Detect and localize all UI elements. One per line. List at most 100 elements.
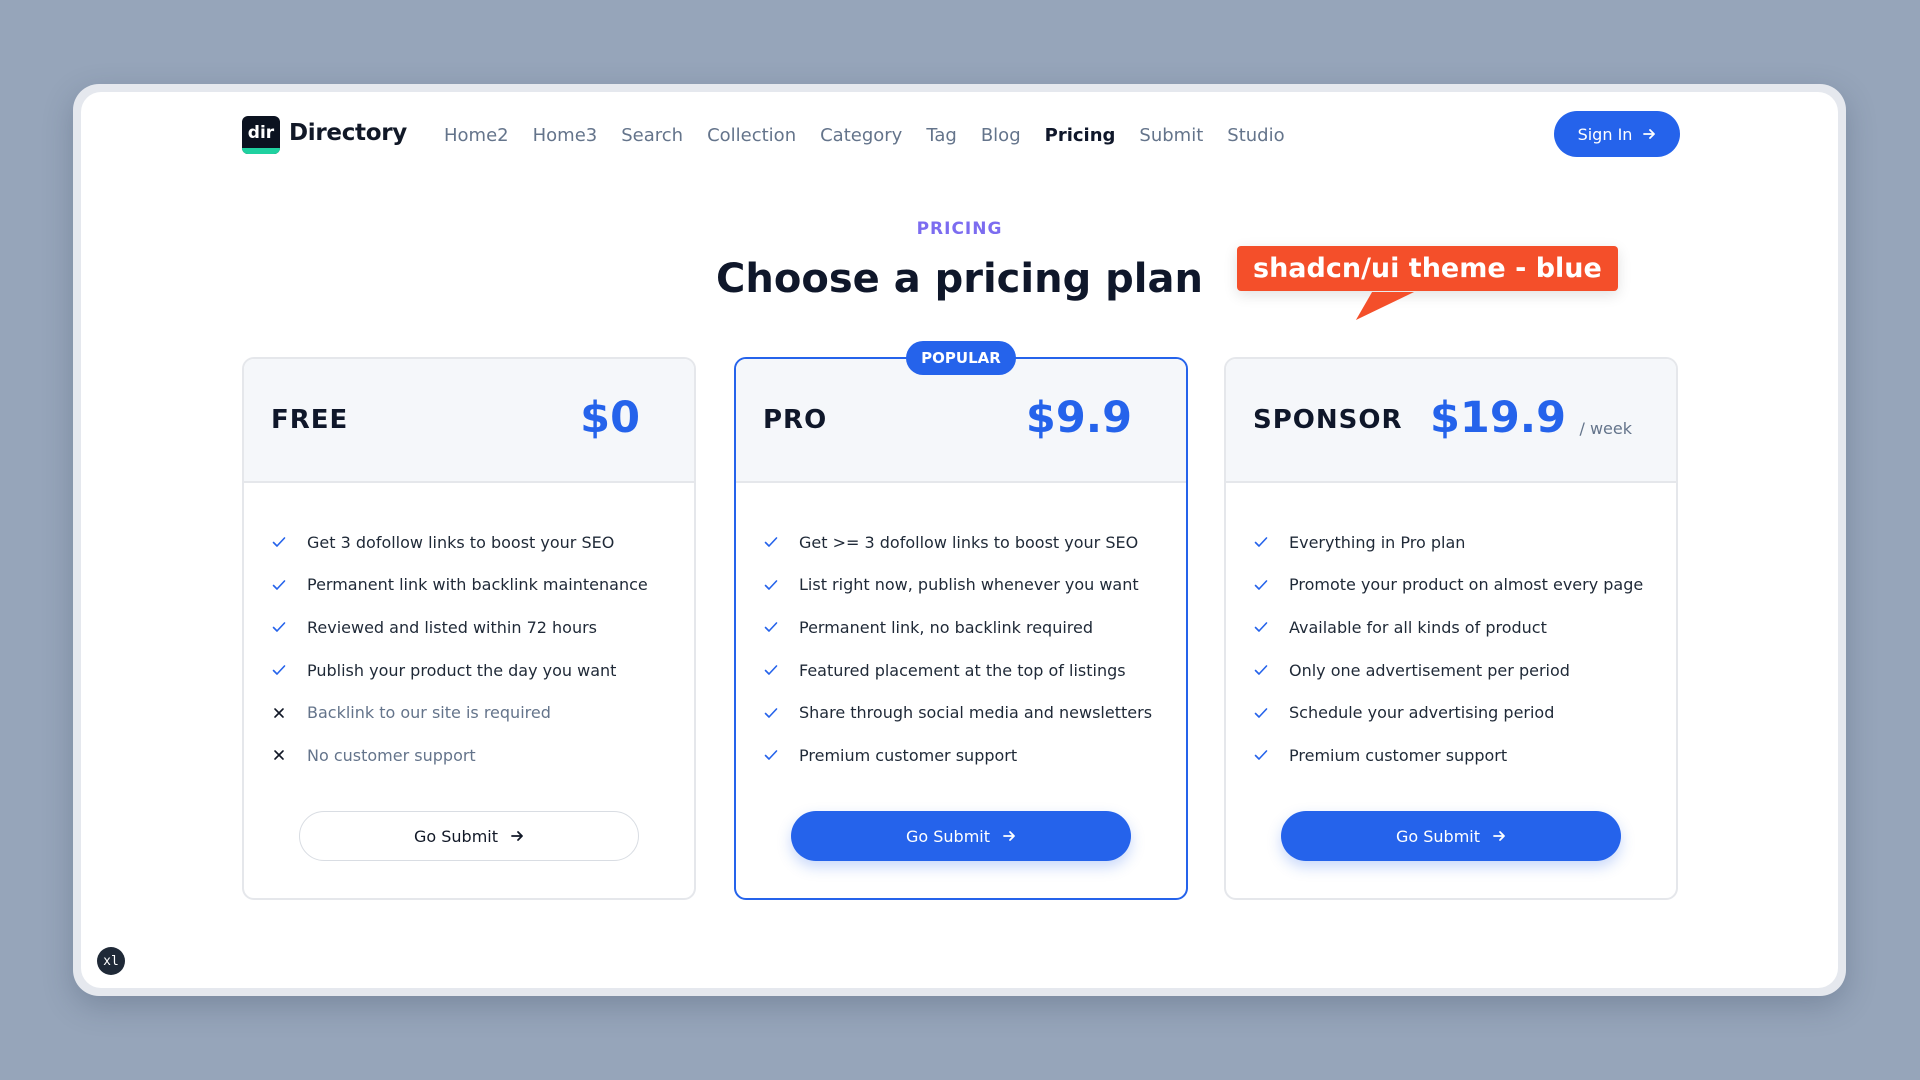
feature-text: Get 3 dofollow links to boost your SEO xyxy=(307,532,615,552)
brand-name[interactable]: Directory xyxy=(289,120,407,146)
plan-price: $0 xyxy=(580,393,640,443)
window-frame: dir Directory Home2 Home3 Search Collect… xyxy=(73,84,1846,996)
go-submit-label: Go Submit xyxy=(413,826,499,846)
feature-item: Premium customer support xyxy=(1253,734,1643,777)
arrow-right-icon xyxy=(1643,129,1656,139)
go-submit-label: Go Submit xyxy=(905,826,991,846)
nav-item-collection[interactable]: Collection xyxy=(707,125,796,146)
feature-item: Schedule your advertising period xyxy=(1253,691,1643,734)
plan-header: PRO $9.9 xyxy=(736,359,1186,483)
logo[interactable]: dir xyxy=(242,116,280,154)
nav-item-pricing[interactable]: Pricing xyxy=(1045,125,1116,146)
feature-item: Featured placement at the top of listing… xyxy=(763,649,1152,692)
feature-text: Get >= 3 dofollow links to boost your SE… xyxy=(799,532,1139,552)
go-submit-button-sponsor[interactable]: Go Submit xyxy=(1281,811,1621,861)
feature-text: Permanent link with backlink maintenance xyxy=(307,575,648,595)
feature-item: Publish your product the day you want xyxy=(271,649,648,692)
feature-text: No customer support xyxy=(307,745,476,765)
check-icon xyxy=(763,534,779,550)
nav-item-home2[interactable]: Home2 xyxy=(444,125,509,146)
nav-item-submit[interactable]: Submit xyxy=(1139,125,1203,146)
plan-price: $9.9 xyxy=(1025,393,1132,443)
section-eyebrow: PRICING xyxy=(916,219,1003,239)
feature-text: Reviewed and listed within 72 hours xyxy=(307,617,597,637)
check-icon xyxy=(763,662,779,678)
feature-text: Schedule your advertising period xyxy=(1289,703,1555,723)
nav-item-blog[interactable]: Blog xyxy=(981,125,1021,146)
feature-text: List right now, publish whenever you wan… xyxy=(799,575,1139,595)
logo-stripe xyxy=(242,148,280,154)
feature-list: Get 3 dofollow links to boost your SEO P… xyxy=(271,521,648,777)
arrow-right-icon xyxy=(1493,831,1505,841)
feature-text: Share through social media and newslette… xyxy=(799,703,1153,723)
arrow-right-icon xyxy=(511,831,523,841)
x-icon xyxy=(271,747,287,763)
go-submit-label: Go Submit xyxy=(1395,826,1481,846)
arrow-right-icon xyxy=(1003,831,1015,841)
feature-text: Available for all kinds of product xyxy=(1289,617,1547,637)
feature-item: Premium customer support xyxy=(763,734,1152,777)
feature-text: Publish your product the day you want xyxy=(307,660,617,680)
plan-price: $19.9 xyxy=(1429,393,1566,443)
feature-item: Permanent link, no backlink required xyxy=(763,606,1152,649)
feature-item-excluded: Backlink to our site is required xyxy=(271,691,648,734)
feature-item: Share through social media and newslette… xyxy=(763,691,1152,734)
check-icon xyxy=(1253,534,1269,550)
feature-item: Permanent link with backlink maintenance xyxy=(271,564,648,607)
feature-text: Backlink to our site is required xyxy=(307,703,551,723)
go-submit-button-pro[interactable]: Go Submit xyxy=(791,811,1131,861)
plan-header: SPONSOR $19.9 / week xyxy=(1226,359,1676,483)
feature-item: Promote your product on almost every pag… xyxy=(1253,564,1643,607)
plan-name: PRO xyxy=(763,405,828,435)
check-icon xyxy=(1253,619,1269,635)
plan-period: / week xyxy=(1579,419,1632,438)
feature-list: Get >= 3 dofollow links to boost your SE… xyxy=(763,521,1152,777)
feature-item: Only one advertisement per period xyxy=(1253,649,1643,692)
logo-text: dir xyxy=(247,123,275,143)
feature-text: Featured placement at the top of listing… xyxy=(799,660,1126,680)
check-icon xyxy=(1253,577,1269,593)
sign-in-label: Sign In xyxy=(1577,124,1633,144)
check-icon xyxy=(1253,662,1269,678)
check-icon xyxy=(1253,705,1269,721)
feature-text: Promote your product on almost every pag… xyxy=(1289,575,1644,595)
plan-name: FREE xyxy=(271,405,349,435)
plan-card-sponsor: SPONSOR $19.9 / week Everything in Pro p… xyxy=(1224,357,1678,900)
feature-text: Permanent link, no backlink required xyxy=(799,617,1094,637)
feature-item: Get 3 dofollow links to boost your SEO xyxy=(271,521,648,564)
plan-card-free: FREE $0 Get 3 dofollow links to boost yo… xyxy=(242,357,696,900)
feature-item-excluded: No customer support xyxy=(271,734,648,777)
feature-text: Premium customer support xyxy=(1289,745,1508,765)
check-icon xyxy=(763,747,779,763)
plan-name: SPONSOR xyxy=(1253,405,1403,435)
annotation-callout: shadcn/ui theme - blue xyxy=(1237,246,1618,291)
feature-item: Available for all kinds of product xyxy=(1253,606,1643,649)
plan-header: FREE $0 xyxy=(244,359,694,483)
x-icon xyxy=(271,705,287,721)
check-icon xyxy=(1253,747,1269,763)
go-submit-button-free[interactable]: Go Submit xyxy=(299,811,639,861)
nav-item-studio[interactable]: Studio xyxy=(1227,125,1284,146)
feature-list: Everything in Pro plan Promote your prod… xyxy=(1253,521,1643,777)
feature-text: Only one advertisement per period xyxy=(1289,660,1570,680)
page-viewport: dir Directory Home2 Home3 Search Collect… xyxy=(81,92,1838,988)
nav-item-tag[interactable]: Tag xyxy=(926,125,956,146)
corner-badge[interactable]: xl xyxy=(97,947,125,975)
check-icon xyxy=(763,619,779,635)
nav-item-search[interactable]: Search xyxy=(621,125,683,146)
feature-text: Everything in Pro plan xyxy=(1289,532,1466,552)
nav-item-home3[interactable]: Home3 xyxy=(533,125,598,146)
plan-card-pro: PRO $9.9 POPULAR Get >= 3 dofollow links… xyxy=(734,341,1188,900)
feature-item: Everything in Pro plan xyxy=(1253,521,1643,564)
feature-item: Get >= 3 dofollow links to boost your SE… xyxy=(763,521,1152,564)
check-icon xyxy=(271,534,287,550)
sign-in-button[interactable]: Sign In xyxy=(1554,111,1680,157)
feature-item: List right now, publish whenever you wan… xyxy=(763,564,1152,607)
check-icon xyxy=(271,577,287,593)
feature-item: Reviewed and listed within 72 hours xyxy=(271,606,648,649)
check-icon xyxy=(763,705,779,721)
nav-item-category[interactable]: Category xyxy=(820,125,902,146)
popular-badge: POPULAR xyxy=(906,341,1016,375)
main-nav: Home2 Home3 Search Collection Category T… xyxy=(444,125,1309,146)
check-icon xyxy=(271,662,287,678)
